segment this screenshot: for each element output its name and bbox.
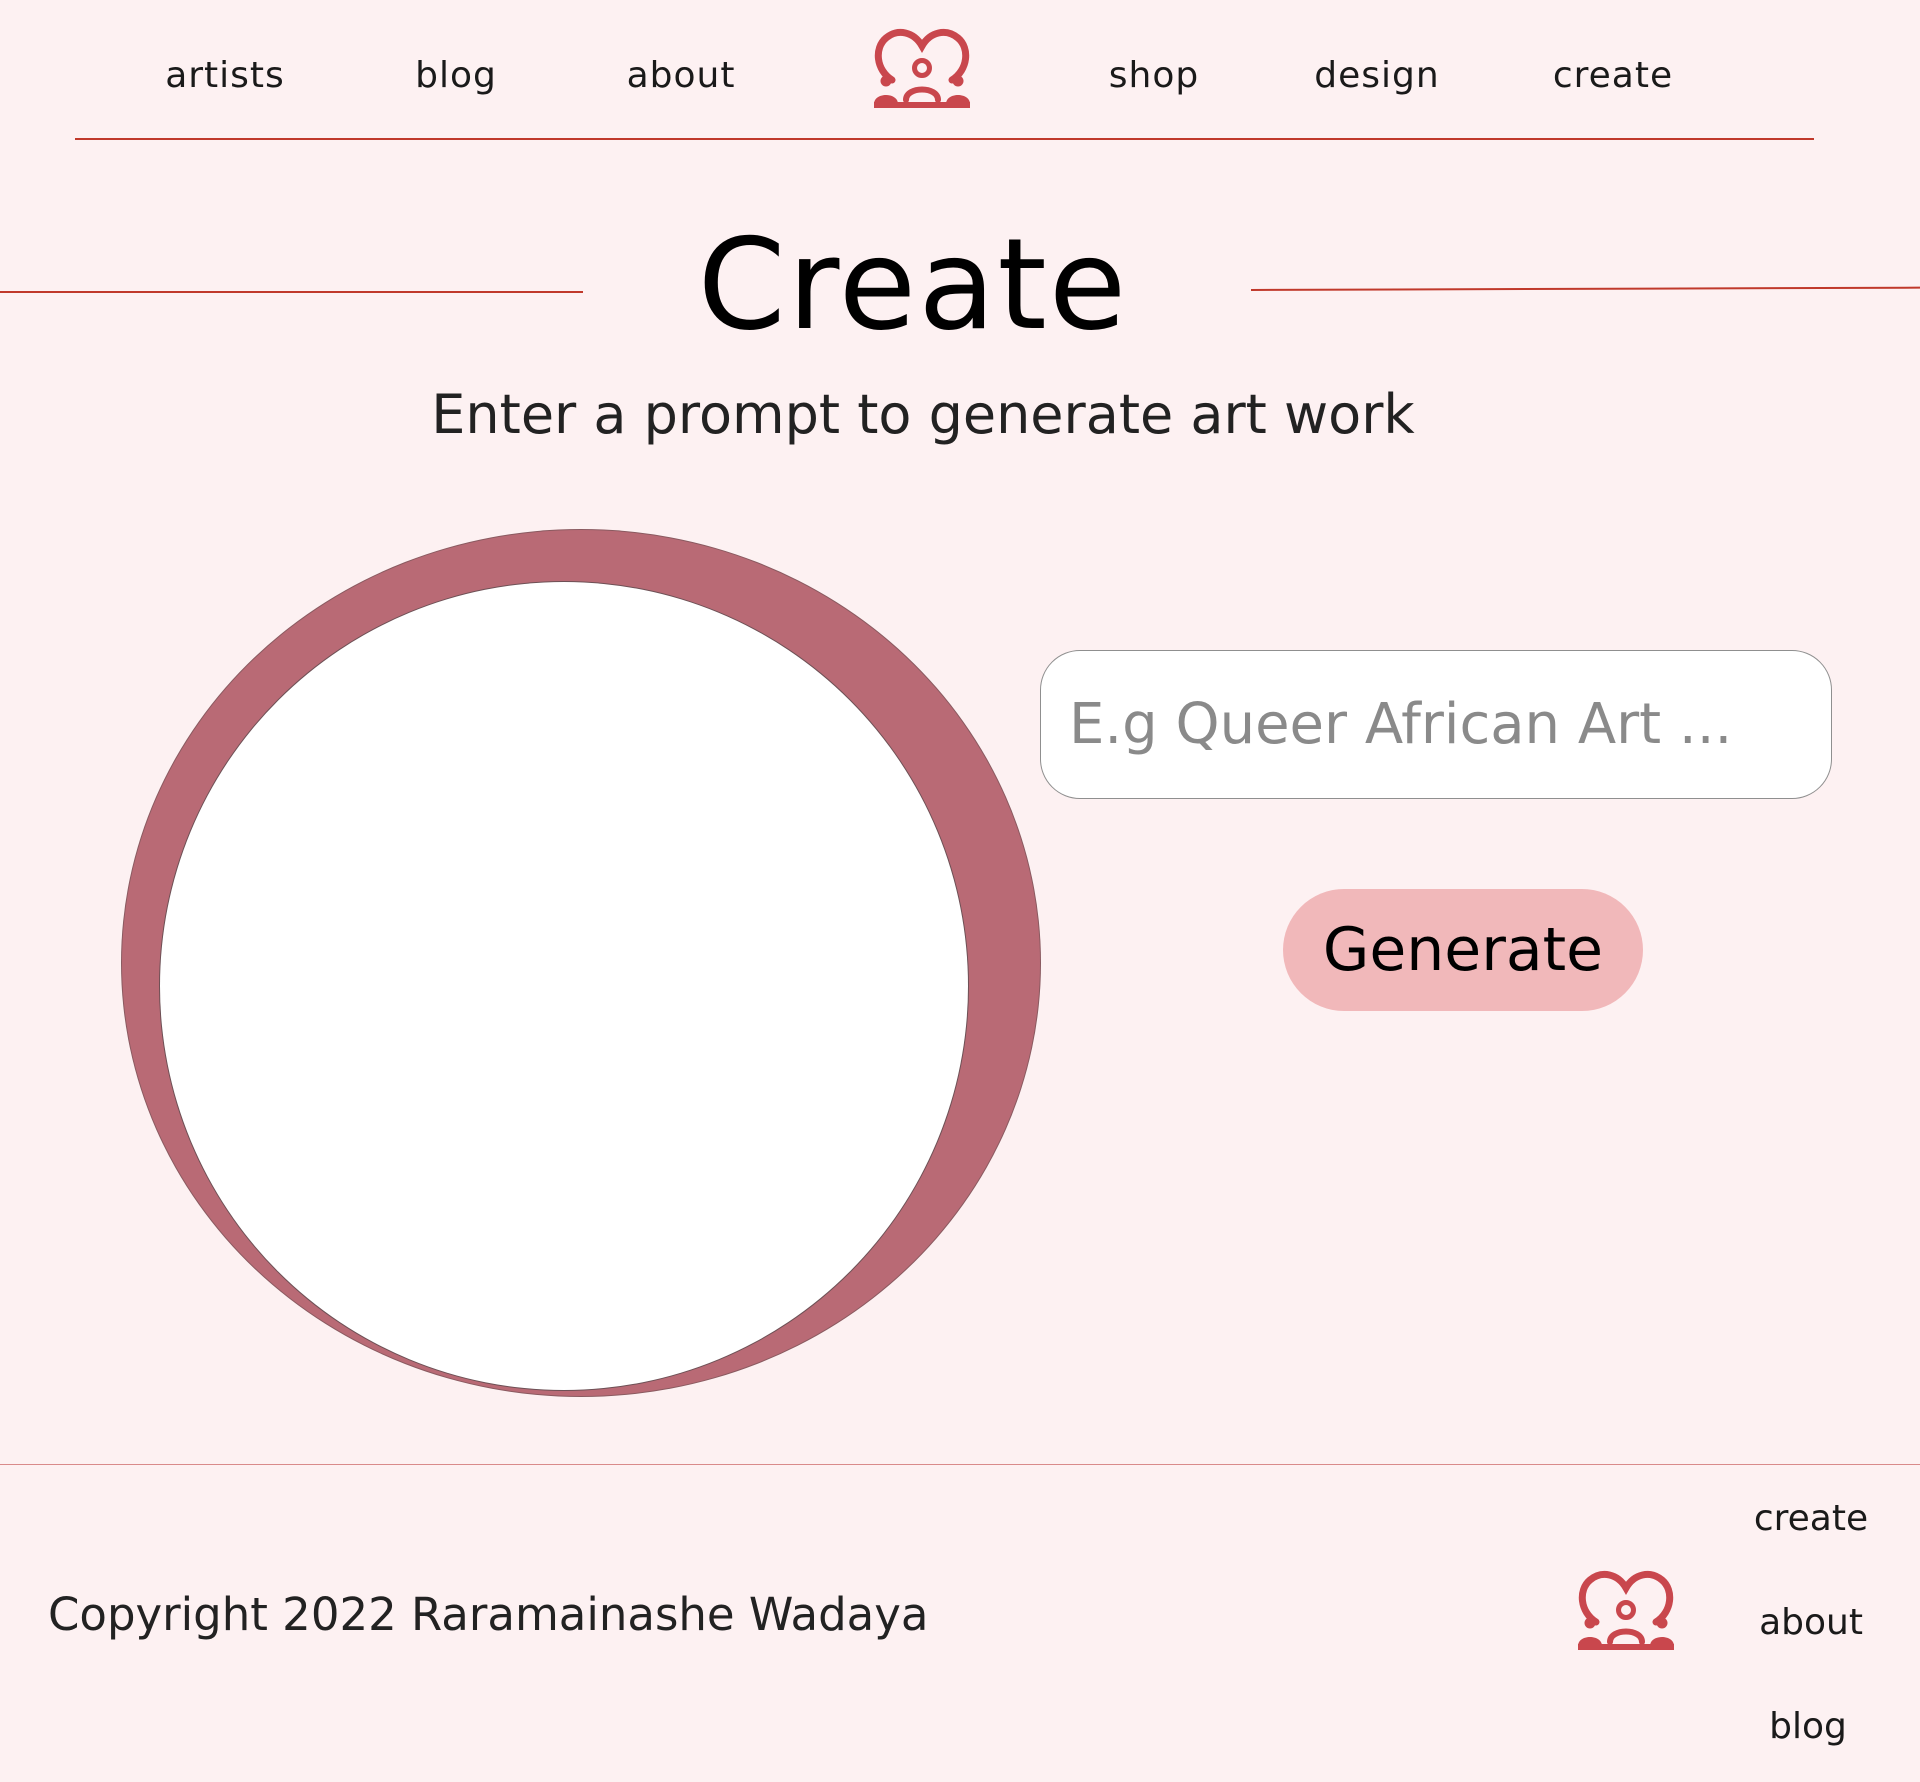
- prompt-input[interactable]: [1040, 650, 1832, 799]
- nav-link-shop[interactable]: shop: [1109, 58, 1199, 94]
- generate-button[interactable]: Generate: [1283, 889, 1643, 1011]
- heart-people-icon[interactable]: [872, 28, 972, 110]
- heart-people-icon[interactable]: [1576, 1570, 1676, 1652]
- nav-link-blog[interactable]: blog: [415, 58, 497, 94]
- nav-link-artists[interactable]: artists: [165, 58, 285, 94]
- page-subtitle: Enter a prompt to generate art work: [431, 383, 1415, 446]
- top-nav: artists blog about shop design create: [0, 0, 1920, 140]
- art-preview-canvas: [160, 582, 968, 1390]
- page-title: Create: [697, 211, 1129, 358]
- nav-link-create[interactable]: create: [1553, 58, 1673, 94]
- nav-link-about[interactable]: about: [627, 58, 736, 94]
- copyright-text: Copyright 2022 Raramainashe Wadaya: [48, 1588, 929, 1641]
- footer-link-blog[interactable]: blog: [1769, 1709, 1847, 1745]
- nav-divider: [75, 138, 1814, 140]
- footer-link-about[interactable]: about: [1759, 1605, 1863, 1641]
- footer-link-create[interactable]: create: [1754, 1501, 1868, 1537]
- nav-link-design[interactable]: design: [1314, 58, 1439, 94]
- footer-divider: [0, 1464, 1920, 1465]
